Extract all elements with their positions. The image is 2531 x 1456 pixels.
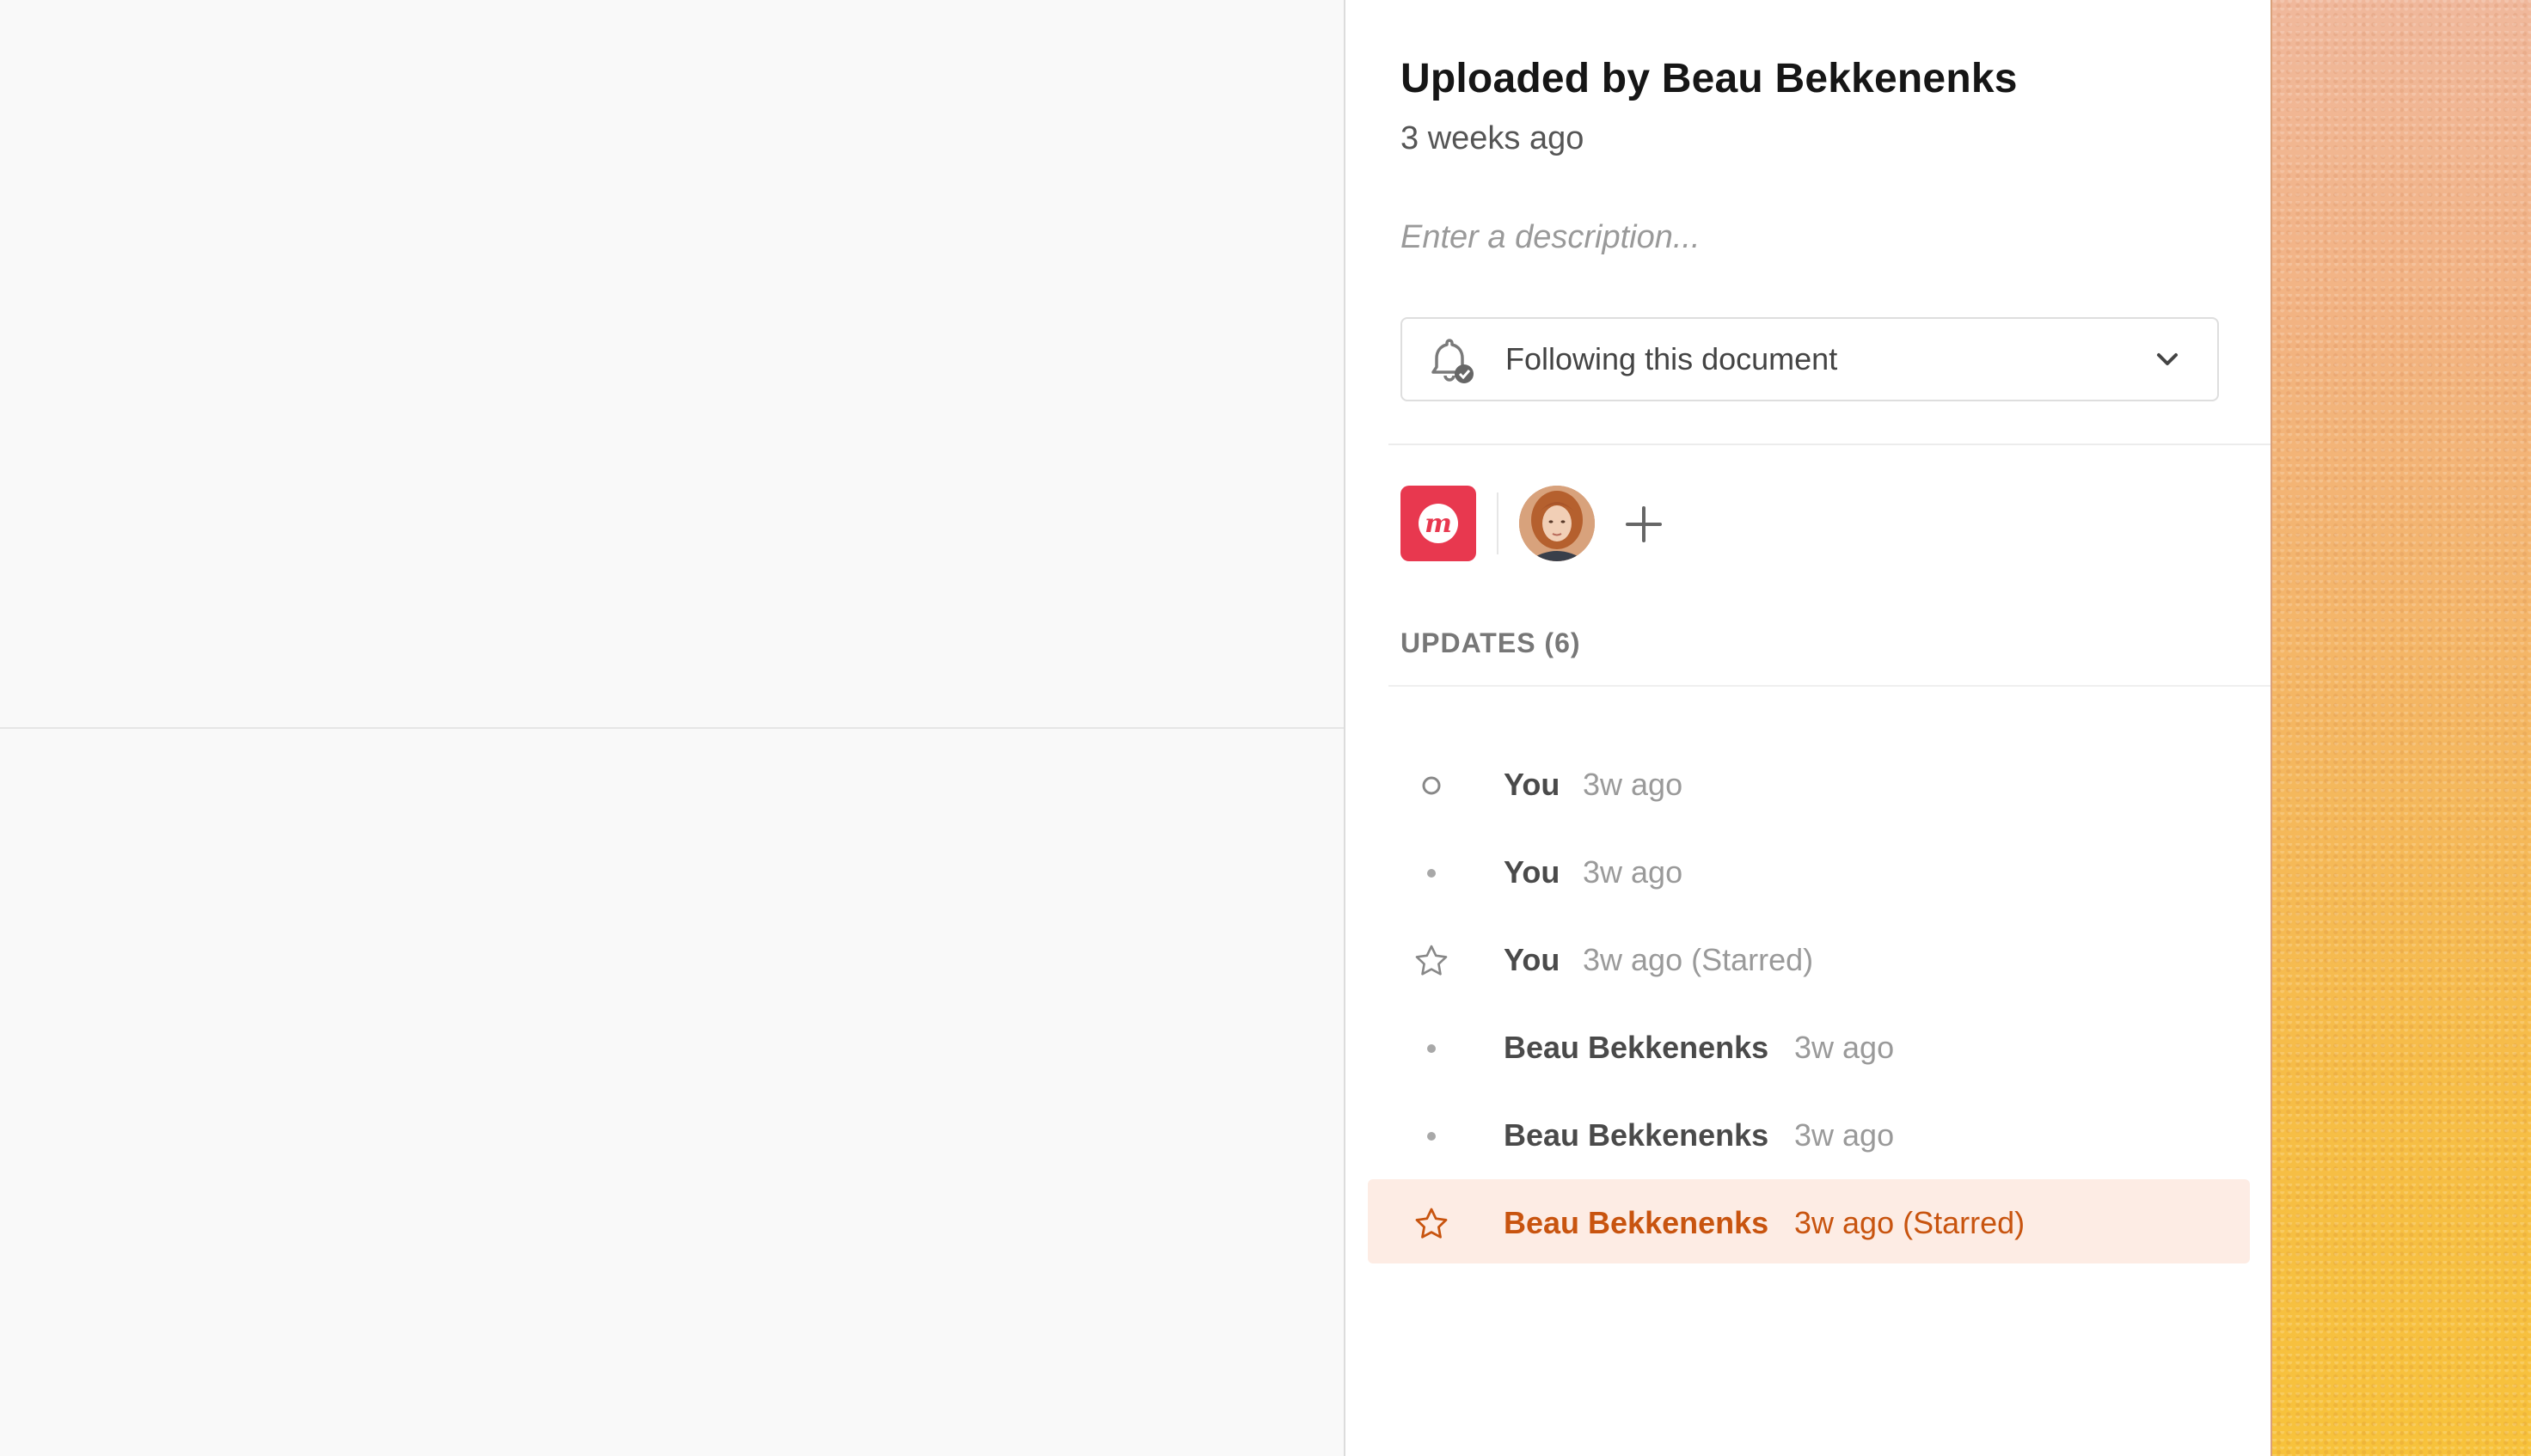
panel-title: Uploaded by Beau Bekkenenks xyxy=(1400,56,2018,101)
update-author: Beau Bekkenenks xyxy=(1504,1030,1769,1065)
update-time: 3w ago xyxy=(1583,767,1683,802)
updates-list: You 3w ago You 3w ago You 3w ago (Starre… xyxy=(1368,741,2250,1267)
update-time: 3w ago (Starred) xyxy=(1583,942,1814,977)
members-separator xyxy=(1497,492,1498,554)
update-item-selected[interactable]: Beau Bekkenenks 3w ago (Starred) xyxy=(1368,1179,2250,1263)
star-icon xyxy=(1414,1207,1449,1241)
update-author: Beau Bekkenenks xyxy=(1504,1205,1769,1240)
circle-outline-icon xyxy=(1414,768,1449,803)
canvas-divider xyxy=(0,727,1344,729)
update-item[interactable]: You 3w ago (Starred) xyxy=(1368,916,2250,1000)
dot-icon xyxy=(1414,1119,1449,1153)
update-time: 3w ago (Starred) xyxy=(1794,1205,2025,1240)
workspace-logo[interactable]: m xyxy=(1400,486,1476,561)
workspace-logo-letter: m xyxy=(1419,504,1458,543)
follow-label: Following this document xyxy=(1505,341,1838,376)
update-time: 3w ago xyxy=(1794,1117,1895,1153)
dot-icon xyxy=(1414,856,1449,890)
description-input[interactable] xyxy=(1400,211,2209,263)
follow-dropdown[interactable]: Following this document xyxy=(1400,317,2219,401)
details-panel: Uploaded by Beau Bekkenenks 3 weeks ago … xyxy=(1344,0,2272,1456)
update-item[interactable]: Beau Bekkenenks 3w ago xyxy=(1368,1092,2250,1176)
add-member-button[interactable] xyxy=(1614,494,1674,554)
section-divider xyxy=(1388,444,2272,445)
update-item[interactable]: Beau Bekkenenks 3w ago xyxy=(1368,1004,2250,1088)
plus-icon xyxy=(1626,506,1662,542)
update-author: You xyxy=(1504,942,1560,977)
document-canvas[interactable] xyxy=(0,0,1344,1456)
update-time: 3w ago xyxy=(1794,1030,1895,1065)
update-item[interactable]: You 3w ago xyxy=(1368,741,2250,825)
star-icon xyxy=(1414,944,1449,978)
dot-icon xyxy=(1414,1031,1449,1066)
update-author: You xyxy=(1504,854,1560,890)
bell-check-icon xyxy=(1431,339,1474,383)
desktop-background xyxy=(2271,0,2531,1456)
app-window: Uploaded by Beau Bekkenenks 3 weeks ago … xyxy=(0,0,2531,1456)
update-item[interactable]: You 3w ago xyxy=(1368,829,2250,913)
chevron-down-icon xyxy=(2157,353,2178,365)
upload-time: 3 weeks ago xyxy=(1400,120,1584,156)
update-author: Beau Bekkenenks xyxy=(1504,1117,1769,1153)
avatar[interactable] xyxy=(1519,486,1595,561)
avatar-portrait-icon xyxy=(1519,486,1595,561)
update-author: You xyxy=(1504,767,1560,802)
update-time: 3w ago xyxy=(1583,854,1683,890)
updates-header: UPDATES (6) xyxy=(1400,627,1581,658)
updates-divider xyxy=(1388,685,2272,687)
